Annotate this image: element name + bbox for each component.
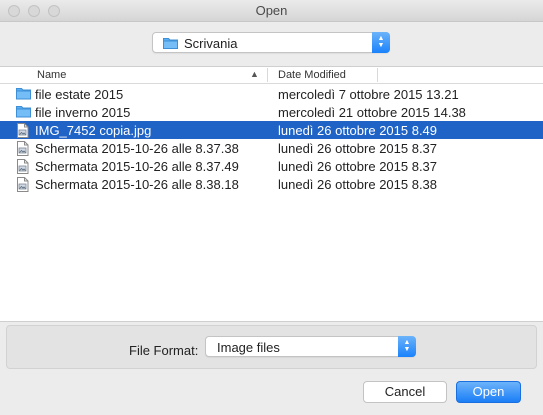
file-format-value: Image files bbox=[217, 340, 280, 355]
file-row[interactable]: Schermata 2015-10-26 alle 8.37.49 lunedì … bbox=[0, 157, 543, 175]
file-row[interactable]: file inverno 2015 mercoledì 21 ottobre 20… bbox=[0, 103, 543, 121]
format-chevron-icon: ▲ ▼ bbox=[398, 336, 416, 357]
options-area: File Format: Image files ▲ ▼ Cancel Open bbox=[0, 322, 543, 415]
location-value: Scrivania bbox=[184, 36, 238, 51]
location-bar: Scrivania ▲ ▼ bbox=[0, 22, 543, 66]
file-row[interactable]: file estate 2015 mercoledì 7 ottobre 2015… bbox=[0, 85, 543, 103]
open-dialog: Open Scrivania ▲ ▼ Name ▲ Date Modified f… bbox=[0, 0, 543, 415]
file-date: lunedì 26 ottobre 2015 8.38 bbox=[278, 177, 438, 192]
location-popup[interactable]: Scrivania ▲ ▼ bbox=[152, 32, 390, 53]
file-row[interactable]: IMG_7452 copia.jpg lunedì 26 ottobre 2015… bbox=[0, 121, 543, 139]
file-name: Schermata 2015-10-26 alle 8.37.49 bbox=[35, 159, 239, 174]
file-row[interactable]: Schermata 2015-10-26 alle 8.38.18 lunedì … bbox=[0, 175, 543, 193]
column-divider[interactable] bbox=[267, 68, 268, 82]
file-date: mercoledì 7 ottobre 2015 13.21 bbox=[278, 87, 459, 102]
title-bar: Open bbox=[0, 0, 543, 22]
image-file-icon bbox=[16, 177, 31, 192]
file-name: IMG_7452 copia.jpg bbox=[35, 123, 152, 138]
file-row[interactable]: Schermata 2015-10-26 alle 8.37.38 lunedì … bbox=[0, 139, 543, 157]
file-date: mercoledì 21 ottobre 2015 14.38 bbox=[278, 105, 466, 120]
file-list[interactable]: Name ▲ Date Modified file estate 2015 mer… bbox=[0, 66, 543, 322]
folder-icon bbox=[163, 38, 178, 49]
file-name: Schermata 2015-10-26 alle 8.38.18 bbox=[35, 177, 239, 192]
file-name: file inverno 2015 bbox=[35, 105, 131, 120]
file-name: Schermata 2015-10-26 alle 8.37.38 bbox=[35, 141, 239, 156]
name-column-header[interactable]: Name bbox=[37, 69, 66, 81]
file-date: lunedì 26 ottobre 2015 8.49 bbox=[278, 123, 438, 138]
column-divider[interactable] bbox=[377, 68, 378, 82]
file-format-popup[interactable]: Image files ▲ ▼ bbox=[205, 336, 416, 357]
image-file-icon bbox=[16, 123, 31, 138]
folder-icon bbox=[16, 87, 31, 101]
image-file-icon bbox=[16, 159, 31, 174]
file-format-label: File Format: bbox=[129, 343, 199, 358]
window-title: Open bbox=[255, 3, 288, 18]
location-chevron-icon: ▲ ▼ bbox=[372, 32, 390, 53]
file-list-header: Name ▲ Date Modified bbox=[0, 67, 543, 84]
file-date: lunedì 26 ottobre 2015 8.37 bbox=[278, 159, 438, 174]
cancel-button[interactable]: Cancel bbox=[363, 381, 447, 403]
image-file-icon bbox=[16, 141, 31, 156]
folder-icon bbox=[16, 105, 31, 119]
file-date: lunedì 26 ottobre 2015 8.37 bbox=[278, 141, 438, 156]
sort-ascending-icon: ▲ bbox=[250, 69, 259, 79]
file-format-panel: File Format: Image files ▲ ▼ bbox=[6, 325, 537, 369]
open-button[interactable]: Open bbox=[456, 381, 521, 403]
file-name: file estate 2015 bbox=[35, 87, 124, 102]
date-column-header[interactable]: Date Modified bbox=[278, 69, 346, 81]
